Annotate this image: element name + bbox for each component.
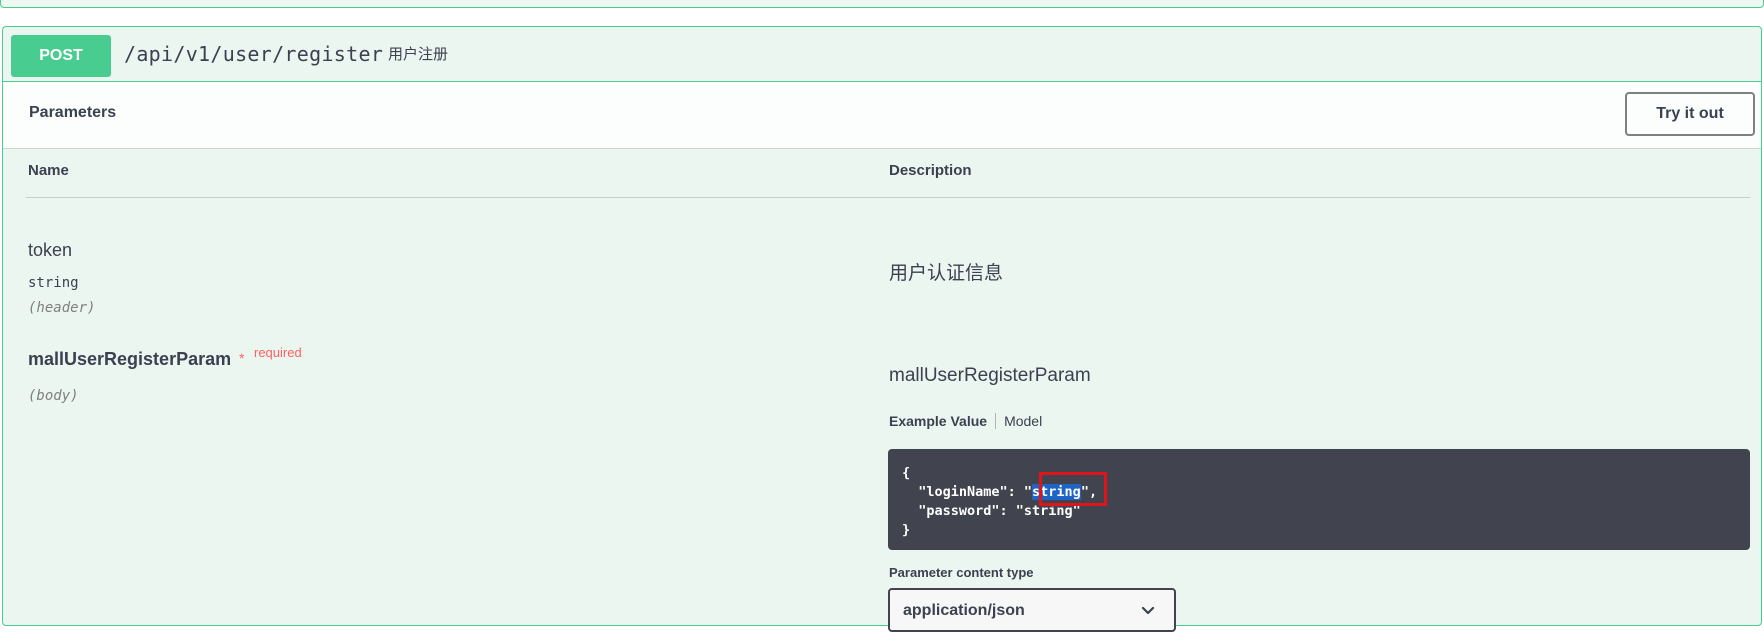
param-in-token: (header)	[28, 300, 96, 316]
param-description-body: mallUserRegisterParam	[889, 365, 1091, 386]
content-type-value: application/json	[903, 602, 1025, 619]
content-type-select[interactable]: application/json	[888, 588, 1176, 632]
code-line-4: }	[902, 522, 911, 538]
required-star: *	[239, 350, 245, 366]
param-name-token: token	[28, 240, 73, 260]
red-highlight-box	[1039, 472, 1107, 506]
example-value-code-block[interactable]: { "loginName": "string", "password": "st…	[888, 449, 1750, 550]
param-type-token: string	[28, 275, 79, 291]
try-it-out-button[interactable]: Try it out	[1625, 92, 1755, 136]
column-header-name: Name	[28, 162, 69, 179]
header-divider	[26, 197, 1750, 198]
code-line-2-prefix: "loginName": "	[902, 484, 1033, 500]
param-in-body: (body)	[28, 388, 79, 404]
method-badge: POST	[11, 35, 111, 77]
example-model-tabs: Example Value Model	[889, 413, 1042, 435]
endpoint-path: /api/v1/user/register	[124, 42, 384, 66]
chevron-down-icon	[1141, 606, 1155, 615]
content-type-label: Parameter content type	[889, 565, 1034, 580]
previous-operation-block	[0, 0, 1764, 8]
parameters-header: Parameters Try it out	[3, 82, 1761, 149]
param-description-token: 用户认证信息	[889, 263, 1004, 284]
column-header-description: Description	[889, 162, 972, 179]
operation-summary[interactable]: POST /api/v1/user/register 用户注册	[3, 27, 1761, 82]
code-line-1: {	[902, 465, 911, 481]
param-name-body: mallUserRegisterParam	[28, 349, 232, 369]
endpoint-summary: 用户注册	[388, 46, 449, 63]
required-label: required	[254, 345, 302, 360]
parameters-title: Parameters	[29, 104, 117, 121]
tab-example-value[interactable]: Example Value	[889, 413, 997, 429]
tab-model[interactable]: Model	[996, 413, 1042, 429]
